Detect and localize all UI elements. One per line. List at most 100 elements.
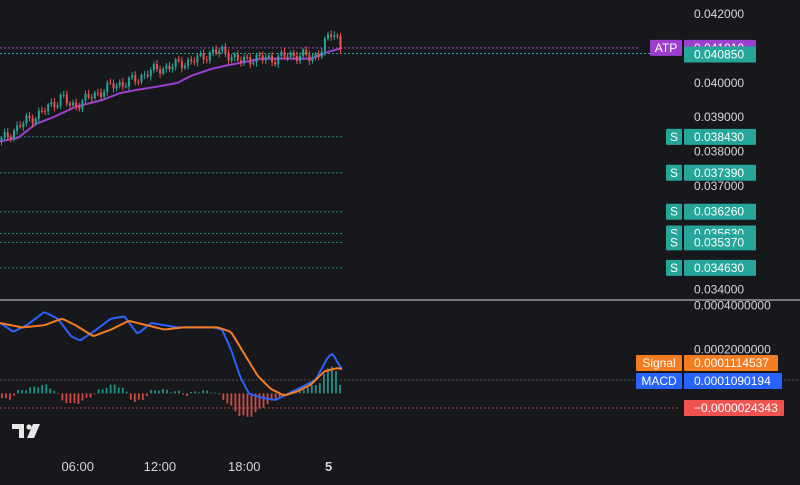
histogram-bar[interactable]	[302, 389, 305, 394]
histogram-bar[interactable]	[41, 384, 44, 394]
candle-body[interactable]	[87, 93, 90, 98]
candle-body[interactable]	[230, 57, 233, 61]
candle-body[interactable]	[137, 81, 140, 83]
candle-body[interactable]	[280, 51, 283, 56]
histogram-bar[interactable]	[238, 393, 241, 417]
candle-body[interactable]	[84, 93, 87, 101]
histogram-bar[interactable]	[109, 384, 112, 394]
candle-body[interactable]	[267, 55, 270, 58]
histogram-bar[interactable]	[29, 387, 32, 394]
histogram-bar[interactable]	[113, 384, 116, 394]
candle-body[interactable]	[271, 55, 274, 62]
candle-body[interactable]	[305, 49, 308, 55]
candle-body[interactable]	[211, 49, 214, 53]
candle-body[interactable]	[37, 110, 40, 119]
histogram-bar[interactable]	[318, 383, 321, 394]
candle-body[interactable]	[202, 53, 205, 60]
histogram-bar[interactable]	[218, 393, 221, 395]
candle-body[interactable]	[258, 54, 261, 56]
candle-body[interactable]	[0, 137, 3, 142]
histogram-bar[interactable]	[306, 387, 309, 394]
histogram-bar[interactable]	[77, 393, 80, 404]
candle-body[interactable]	[180, 60, 183, 69]
histogram-bar[interactable]	[37, 387, 40, 394]
signal-line[interactable]	[0, 317, 343, 397]
candle-body[interactable]	[323, 38, 326, 52]
histogram-bar[interactable]	[226, 393, 229, 404]
histogram-bar[interactable]	[49, 388, 52, 394]
histogram-bar[interactable]	[327, 368, 329, 394]
histogram-bar[interactable]	[186, 393, 188, 397]
candle-body[interactable]	[177, 59, 180, 61]
histogram-bar[interactable]	[194, 391, 197, 394]
candle-body[interactable]	[152, 63, 155, 70]
candle-body[interactable]	[59, 94, 62, 106]
histogram-bar[interactable]	[65, 393, 68, 404]
histogram-bar[interactable]	[5, 393, 7, 399]
candle-body[interactable]	[171, 66, 174, 70]
candle-body[interactable]	[56, 105, 59, 108]
candle-body[interactable]	[75, 102, 78, 107]
histogram-bar[interactable]	[182, 393, 184, 395]
histogram-bar[interactable]	[89, 393, 92, 398]
candle-body[interactable]	[286, 56, 289, 58]
histogram-bar[interactable]	[133, 393, 136, 402]
candle-body[interactable]	[208, 52, 211, 61]
histogram-bar[interactable]	[33, 386, 36, 394]
candle-body[interactable]	[134, 75, 137, 82]
candle-body[interactable]	[239, 60, 242, 63]
candle-body[interactable]	[44, 111, 47, 113]
histogram-bar[interactable]	[137, 393, 140, 400]
candle-body[interactable]	[261, 55, 264, 61]
histogram-bar[interactable]	[9, 393, 11, 400]
candle-body[interactable]	[215, 49, 218, 54]
candle-body[interactable]	[302, 49, 305, 56]
candle-body[interactable]	[274, 61, 277, 65]
candle-body[interactable]	[156, 63, 159, 70]
histogram-bar[interactable]	[246, 393, 249, 417]
histogram-bar[interactable]	[166, 389, 168, 394]
histogram-bar[interactable]	[206, 390, 209, 394]
candle-body[interactable]	[168, 65, 171, 70]
histogram-bar[interactable]	[154, 390, 156, 394]
candle-body[interactable]	[174, 59, 177, 67]
histogram-bar[interactable]	[335, 371, 337, 394]
candle-body[interactable]	[308, 54, 311, 62]
histogram-bar[interactable]	[210, 392, 213, 394]
histogram-bar[interactable]	[170, 392, 172, 394]
candle-body[interactable]	[112, 83, 115, 89]
candle-body[interactable]	[252, 62, 255, 65]
histogram-bar[interactable]	[198, 392, 201, 394]
candle-body[interactable]	[224, 46, 227, 54]
histogram-bar[interactable]	[53, 390, 56, 394]
histogram-bar[interactable]	[174, 391, 176, 394]
candle-body[interactable]	[90, 97, 93, 99]
candle-body[interactable]	[96, 92, 99, 94]
histogram-bar[interactable]	[314, 385, 317, 394]
candle-body[interactable]	[53, 101, 56, 108]
candle-body[interactable]	[128, 77, 131, 87]
histogram-bar[interactable]	[13, 393, 15, 396]
atp-step-line[interactable]	[0, 46, 343, 143]
candle-body[interactable]	[190, 59, 193, 62]
candle-body[interactable]	[233, 54, 236, 58]
candle-body[interactable]	[40, 110, 43, 112]
candle-body[interactable]	[124, 86, 127, 88]
histogram-bar[interactable]	[141, 393, 144, 400]
candle-body[interactable]	[255, 54, 258, 63]
candle-body[interactable]	[28, 115, 31, 119]
candle-body[interactable]	[131, 75, 134, 78]
candle-body[interactable]	[16, 125, 19, 131]
trading-chart[interactable]: 0.042000 0.040000 0.039000 0.038000 0.037000…	[0, 0, 800, 480]
candle-body[interactable]	[149, 69, 152, 77]
histogram-bar[interactable]	[178, 390, 180, 394]
candle-body[interactable]	[314, 53, 317, 58]
histogram-bar[interactable]	[17, 389, 20, 394]
candle-body[interactable]	[12, 130, 15, 139]
candle-body[interactable]	[78, 106, 81, 109]
candle-body[interactable]	[330, 34, 333, 37]
histogram-bar[interactable]	[45, 384, 48, 394]
candle-body[interactable]	[311, 57, 314, 62]
candle-body[interactable]	[196, 55, 199, 63]
candle-body[interactable]	[118, 82, 121, 86]
